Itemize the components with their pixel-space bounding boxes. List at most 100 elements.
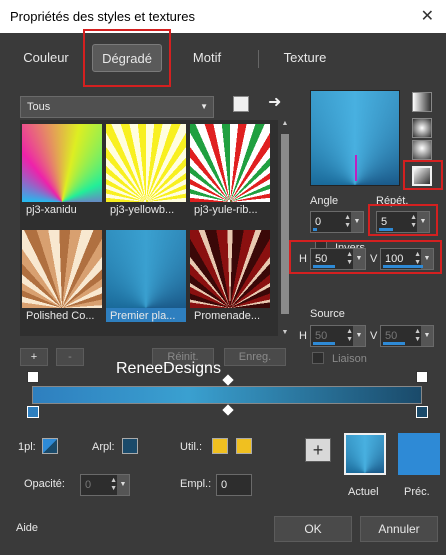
location-field[interactable]: 0 xyxy=(216,474,252,496)
top-stop-marker[interactable] xyxy=(416,371,428,383)
opacity-stepper[interactable]: 0 ▲ ▼ ▼ xyxy=(80,474,130,496)
top-stop-marker[interactable] xyxy=(27,371,39,383)
stepper-arrows-icon[interactable]: ▲ ▼ xyxy=(344,214,351,230)
source-h-label: H xyxy=(299,330,307,342)
gradient-item[interactable]: pj3-xanidu xyxy=(22,124,102,216)
watermark: ReneeDesigns xyxy=(116,360,221,377)
stepper-arrows-icon[interactable]: ▲ ▼ xyxy=(110,477,117,493)
current-preview xyxy=(344,433,386,475)
gradient-grid: pj3-xanidu pj3-yellowb... pj3-yule-rib..… xyxy=(20,120,292,336)
gradient-item[interactable]: pj3-yellowb... xyxy=(106,124,186,216)
tab-highlight xyxy=(83,29,171,87)
bottom-stop-marker[interactable] xyxy=(416,406,428,418)
source-v-stepper[interactable]: 50 ▲ ▼ ▼ xyxy=(380,325,434,347)
bottom-midpoint-marker[interactable] xyxy=(222,404,234,416)
save-gradient-button[interactable]: Enreg. xyxy=(224,348,286,366)
tab-texture[interactable]: Texture xyxy=(272,44,338,72)
chevron-down-icon[interactable]: ▼ xyxy=(351,212,363,232)
source-label: Source xyxy=(310,308,345,320)
scroll-thumb[interactable] xyxy=(281,134,289,314)
gradient-item[interactable]: Polished Co... xyxy=(22,230,102,322)
gradient-thumbnail xyxy=(106,124,186,202)
add-gradient-button[interactable]: + xyxy=(20,348,48,366)
user-label: Util.: xyxy=(180,441,202,453)
location-label: Empl.: xyxy=(180,478,212,490)
source-h-stepper[interactable]: 50 ▲ ▼ ▼ xyxy=(310,325,366,347)
source-h-value: 50 xyxy=(315,330,328,342)
gradient-thumbnail xyxy=(106,230,186,308)
fg-label: 1pl: xyxy=(18,441,36,453)
help-link[interactable]: Aide xyxy=(16,522,38,534)
gradient-label: Promenade... xyxy=(194,310,261,322)
gradient-label: pj3-yellowb... xyxy=(110,204,175,216)
arrow-right-icon[interactable]: ➜ xyxy=(268,92,281,112)
angle-label: Angle xyxy=(310,195,339,207)
fg-swatch[interactable] xyxy=(42,438,58,454)
ok-button[interactable]: OK xyxy=(274,516,352,542)
stepper-arrows-icon[interactable]: ▲ ▼ xyxy=(414,328,421,344)
link-label[interactable]: Liaison xyxy=(332,353,367,365)
scroll-down-icon[interactable]: ▼ xyxy=(278,329,292,336)
title-bar: Propriétés des styles et textures ✕ xyxy=(0,0,446,33)
gradient-label: pj3-yule-rib... xyxy=(194,204,258,216)
location-value: 0 xyxy=(221,479,228,491)
chevron-down-icon[interactable]: ▼ xyxy=(117,475,129,495)
gradient-thumbnail xyxy=(190,124,270,202)
source-v-value: 50 xyxy=(385,330,398,342)
bg-swatch[interactable] xyxy=(122,438,138,454)
tab-couleur[interactable]: Couleur xyxy=(14,44,78,72)
gradient-style-sunburst[interactable] xyxy=(412,140,432,160)
preview-direction-line xyxy=(355,155,357,181)
center-highlight xyxy=(289,240,442,274)
remove-gradient-button[interactable]: - xyxy=(56,348,84,366)
angle-value: 0 xyxy=(315,216,322,228)
tab-divider xyxy=(258,50,259,68)
chevron-down-icon: ▼ xyxy=(200,102,208,111)
bg-label: Arpl: xyxy=(92,441,115,453)
user-swatch[interactable] xyxy=(212,438,228,454)
gradient-preview[interactable] xyxy=(310,90,400,186)
source-h-slider-bar xyxy=(313,342,335,345)
source-v-slider-bar xyxy=(383,342,405,345)
tab-bar: Couleur Dégradé Motif Texture xyxy=(0,44,446,78)
cancel-button[interactable]: Annuler xyxy=(360,516,438,542)
previous-label: Préc. xyxy=(404,486,430,498)
close-icon[interactable]: ✕ xyxy=(421,6,434,26)
top-midpoint-marker[interactable] xyxy=(222,374,234,386)
gradient-style-rectangular[interactable] xyxy=(412,118,432,138)
grid-scrollbar[interactable]: ▲ ▼ xyxy=(278,120,292,336)
previous-preview xyxy=(398,433,440,475)
gradient-editor-bar[interactable] xyxy=(32,386,422,404)
gradient-thumbnail xyxy=(22,230,102,308)
window-title: Propriétés des styles et textures xyxy=(10,9,195,24)
category-value: Tous xyxy=(27,101,51,113)
link-checkbox[interactable] xyxy=(312,352,324,364)
category-select[interactable]: Tous ▼ xyxy=(20,96,214,118)
gradient-item[interactable]: Promenade... xyxy=(190,230,270,322)
opacity-value: 0 xyxy=(85,479,92,491)
style-highlight xyxy=(403,160,443,190)
gradient-thumbnail xyxy=(22,124,102,202)
gradient-label: pj3-xanidu xyxy=(26,204,77,216)
bottom-stop-marker[interactable] xyxy=(27,406,39,418)
source-v-label: V xyxy=(370,330,378,342)
current-label: Actuel xyxy=(348,486,379,498)
chevron-down-icon[interactable]: ▼ xyxy=(353,326,365,346)
repeat-highlight xyxy=(368,204,438,236)
angle-stepper[interactable]: 0 ▲ ▼ ▼ xyxy=(310,211,364,233)
user-swatch-2[interactable] xyxy=(236,438,252,454)
gradient-label: Premier pla... xyxy=(110,310,176,322)
scroll-up-icon[interactable]: ▲ xyxy=(278,120,292,127)
gradient-style-linear[interactable] xyxy=(412,92,432,112)
add-swatch-button[interactable]: + xyxy=(305,438,331,462)
gradient-label: Polished Co... xyxy=(26,310,95,322)
gradient-item-selected[interactable]: Premier pla... xyxy=(106,230,186,322)
gradient-item[interactable]: pj3-yule-rib... xyxy=(190,124,270,216)
library-icon[interactable] xyxy=(233,96,249,112)
gradient-thumbnail xyxy=(190,230,270,308)
tab-motif[interactable]: Motif xyxy=(178,44,236,72)
opacity-label: Opacité: xyxy=(24,478,65,490)
chevron-down-icon[interactable]: ▼ xyxy=(421,326,433,346)
stepper-arrows-icon[interactable]: ▲ ▼ xyxy=(346,328,353,344)
angle-slider-bar xyxy=(313,228,317,231)
